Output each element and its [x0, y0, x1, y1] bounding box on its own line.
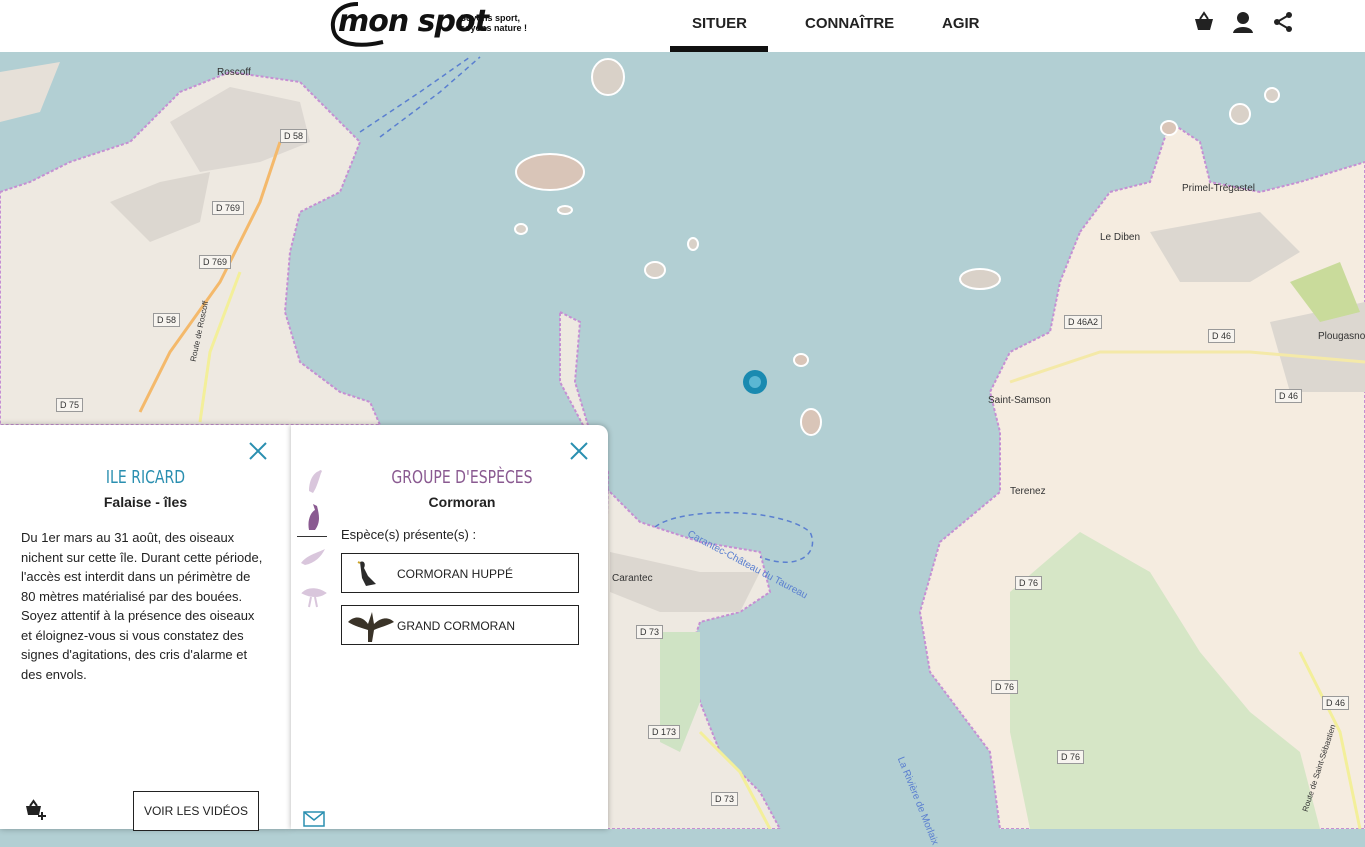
- active-tab-underline: [297, 536, 327, 537]
- close-icon[interactable]: [249, 442, 267, 460]
- top-header: mon spot Soyons sport, soyons nature ! S…: [0, 0, 1365, 52]
- basket-icon[interactable]: [1192, 10, 1216, 34]
- bird-perched-icon[interactable]: [299, 463, 327, 495]
- envelope-icon[interactable]: [303, 811, 325, 827]
- road-sign: D 769: [199, 255, 232, 269]
- place-label: Saint-Samson: [988, 395, 1051, 406]
- road-sign: D 58: [280, 129, 308, 143]
- nav-situer[interactable]: SITUER: [692, 15, 747, 32]
- share-icon[interactable]: [1271, 10, 1295, 34]
- place-label: Plougasnou: [1318, 331, 1365, 342]
- road-sign: D 76: [1015, 576, 1043, 590]
- mon-spot-logo[interactable]: mon spot Soyons sport, soyons nature !: [328, 0, 533, 50]
- road-sign: D 46: [1275, 389, 1303, 403]
- road-sign: D 46: [1322, 696, 1350, 710]
- user-icon[interactable]: [1231, 10, 1255, 34]
- road-sign: D 73: [636, 625, 664, 639]
- site-title: ILE RICARD: [105, 467, 186, 488]
- view-videos-button[interactable]: VOIR LES VIDÉOS: [133, 791, 259, 831]
- place-label: Terenez: [1010, 486, 1046, 497]
- shag-thumbnail-icon: [357, 561, 376, 586]
- species-name: CORMORAN HUPPÉ: [397, 567, 514, 581]
- site-description: Du 1er mars au 31 août, des oiseaux nich…: [21, 530, 263, 682]
- place-label: Primel-Trégastel: [1182, 183, 1255, 194]
- place-label: Roscoff: [217, 67, 251, 78]
- road-sign: D 58: [153, 313, 181, 327]
- great-cormorant-thumbnail-icon: [348, 612, 394, 642]
- place-label: Le Diben: [1100, 232, 1141, 243]
- close-icon[interactable]: [570, 442, 588, 460]
- nav-active-indicator: [670, 46, 768, 52]
- place-label: Carantec: [612, 573, 653, 584]
- road-sign: D 73: [711, 792, 739, 806]
- nav-connaitre[interactable]: CONNAÎTRE: [805, 15, 894, 32]
- present-species-label: Espèce(s) présente(s) :: [341, 527, 477, 542]
- species-group-title: GROUPE D'ESPÈCES: [391, 467, 533, 488]
- species-item[interactable]: GRAND CORMORAN: [341, 605, 579, 645]
- wader-icon[interactable]: [299, 579, 327, 611]
- species-tabs: [291, 425, 337, 829]
- nav-agir[interactable]: AGIR: [942, 15, 980, 32]
- species-name: GRAND CORMORAN: [397, 619, 516, 633]
- road-sign: D 46: [1208, 329, 1236, 343]
- road-sign: D 173: [648, 725, 681, 739]
- logo-tagline: Soyons sport, soyons nature !: [460, 13, 528, 33]
- site-info-panel: ILE RICARD Falaise - îles Du 1er mars au…: [0, 425, 291, 831]
- seabird-icon[interactable]: [299, 541, 327, 573]
- species-group-name: Cormoran: [428, 494, 496, 510]
- species-item[interactable]: CORMORAN HUPPÉ: [341, 553, 579, 593]
- species-panel: GROUPE D'ESPÈCES Cormoran Espèce(s) prés…: [291, 425, 608, 829]
- road-sign: D 769: [212, 201, 245, 215]
- site-subtitle: Falaise - îles: [103, 494, 188, 510]
- road-sign: D 76: [991, 680, 1019, 694]
- add-to-basket-icon[interactable]: [24, 797, 48, 821]
- cormorant-icon[interactable]: [299, 500, 327, 532]
- road-sign: D 46A2: [1064, 315, 1103, 329]
- road-sign: D 75: [56, 398, 84, 412]
- road-sign: D 76: [1057, 750, 1085, 764]
